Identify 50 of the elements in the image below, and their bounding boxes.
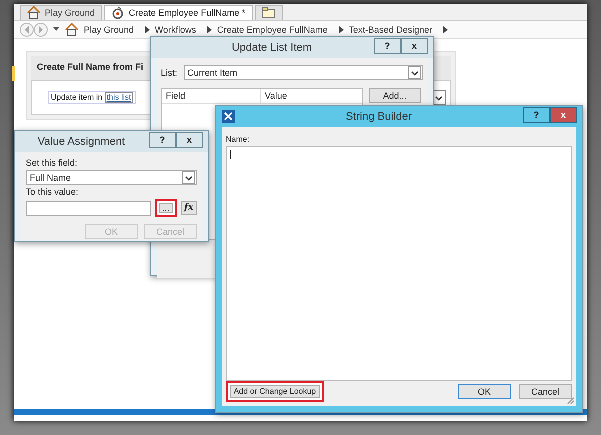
field-label: List: (161, 68, 178, 78)
help-button[interactable]: ? (149, 132, 176, 148)
breadcrumb-link[interactable]: Workflows (155, 24, 196, 34)
column-header[interactable]: Value (261, 89, 292, 103)
lookup-button[interactable]: Add or Change Lookup (226, 381, 324, 402)
breadcrumb-link[interactable]: Text-Based Designer (348, 24, 432, 34)
forward-button[interactable] (34, 22, 48, 36)
breadcrumb-link[interactable]: Create Employee FullName (217, 24, 328, 34)
caret-icon (434, 94, 442, 102)
dialog-title: String Builder (346, 110, 412, 122)
folder-icon (262, 7, 276, 19)
resize-grip-icon (567, 397, 575, 405)
back-button[interactable] (20, 22, 34, 36)
chevron-icon (145, 26, 150, 34)
list-link[interactable]: this list (104, 92, 134, 103)
chevron-icon (443, 26, 448, 34)
column-header[interactable]: Field (162, 89, 261, 103)
add-button[interactable]: Add... (369, 88, 421, 103)
close-button[interactable]: x (401, 38, 428, 54)
tab[interactable]: Play Ground (20, 5, 102, 20)
forward-arrow-icon (38, 26, 44, 34)
field-label: Set this field: (26, 158, 79, 168)
chevron-icon (207, 26, 212, 34)
help-button[interactable]: ? (374, 38, 401, 54)
close-button[interactable]: x (550, 107, 577, 123)
action-sentence: Update item in this list (48, 91, 136, 104)
dialog-title: Value Assignment (38, 136, 126, 148)
dropdown-field[interactable]: Current Item (184, 65, 423, 80)
value-field[interactable] (26, 200, 151, 216)
dropdown-field[interactable]: Full Name (26, 170, 197, 185)
ok-button[interactable]: OK (458, 384, 511, 399)
browse-button[interactable]: ... (155, 199, 177, 217)
workflow-icon (111, 6, 126, 20)
dropdown-icon (53, 27, 60, 32)
help-button[interactable]: ? (523, 107, 550, 123)
close-button[interactable]: x (176, 132, 203, 148)
tab[interactable]: Create Employee FullName * (104, 5, 253, 20)
field-label: Name: (226, 135, 251, 144)
caret-icon (410, 68, 418, 76)
breadcrumb-link[interactable]: Play Ground (84, 24, 134, 34)
new-tab-button[interactable] (254, 5, 283, 20)
dialog-title: Update List Item (232, 42, 312, 54)
field-label: To this value: (26, 187, 80, 197)
chevron-icon (338, 26, 344, 34)
text-cursor (230, 150, 231, 159)
formula-button[interactable]: fx (181, 201, 197, 215)
drop-indicator (12, 66, 15, 81)
back-arrow-icon (24, 26, 30, 34)
caret-icon (184, 174, 192, 182)
cancel-button[interactable]: Cancel (519, 384, 572, 399)
